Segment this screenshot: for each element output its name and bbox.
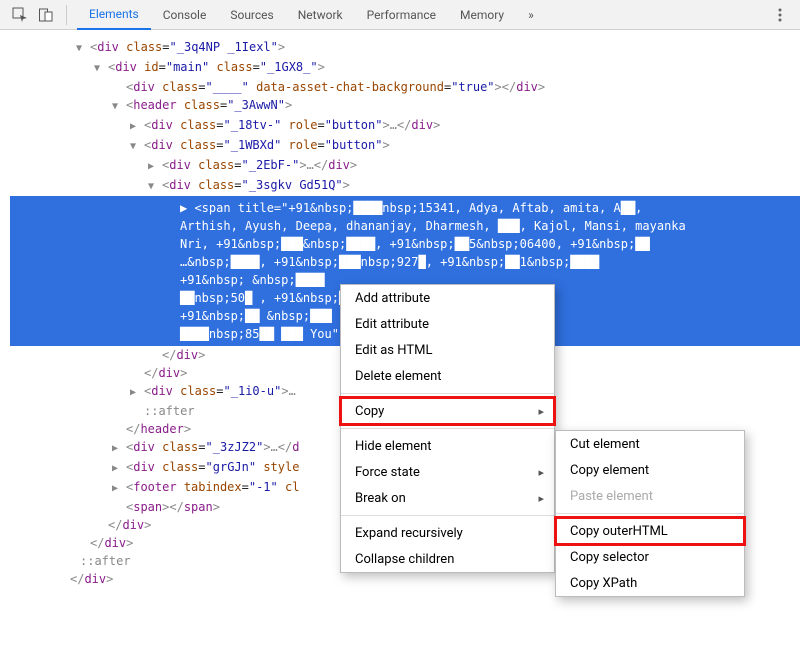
expand-toggle-icon[interactable]: ▶	[112, 440, 122, 458]
tab-network[interactable]: Network	[286, 0, 355, 30]
ctx-delete-element[interactable]: Delete element	[341, 363, 554, 389]
tab-elements[interactable]: Elements	[77, 0, 151, 30]
ctx-separator	[556, 513, 744, 514]
sub-copy-element[interactable]: Copy element	[556, 457, 744, 483]
devtools-toolbar: Elements Console Sources Network Perform…	[0, 0, 800, 30]
ctx-expand-recursively[interactable]: Expand recursively	[341, 520, 554, 546]
sub-copy-selector[interactable]: Copy selector	[556, 544, 744, 570]
toggle-device-toolbar-icon[interactable]	[34, 3, 58, 27]
context-menu: Add attribute Edit attribute Edit as HTM…	[340, 284, 555, 573]
expand-toggle-icon[interactable]: ▼	[94, 60, 104, 78]
devtools-tabs: Elements Console Sources Network Perform…	[77, 0, 516, 30]
ctx-edit-as-html[interactable]: Edit as HTML	[341, 337, 554, 363]
ctx-edit-attribute[interactable]: Edit attribute	[341, 311, 554, 337]
sub-paste-element: Paste element	[556, 483, 744, 509]
ctx-force-state[interactable]: Force state	[341, 459, 554, 485]
sub-copy-outerhtml[interactable]: Copy outerHTML	[556, 518, 744, 544]
expand-toggle-icon[interactable]: ▶	[112, 480, 122, 498]
expand-toggle-icon[interactable]: ▼	[148, 178, 158, 196]
ctx-separator	[341, 428, 554, 429]
ctx-add-attribute[interactable]: Add attribute	[341, 285, 554, 311]
expand-toggle-icon[interactable]: ▼	[112, 98, 122, 116]
sub-copy-xpath[interactable]: Copy XPath	[556, 570, 744, 596]
expand-toggle-icon[interactable]: ▶	[130, 384, 140, 402]
context-submenu-copy: Cut element Copy element Paste element C…	[555, 430, 745, 597]
more-tabs-button[interactable]: »	[518, 8, 544, 22]
expand-toggle-icon[interactable]: ▼	[130, 138, 140, 156]
tab-memory[interactable]: Memory	[448, 0, 516, 30]
ctx-separator	[341, 515, 554, 516]
kebab-menu-icon[interactable]	[768, 3, 792, 27]
expand-toggle-icon[interactable]: ▶	[130, 118, 140, 136]
ctx-separator	[341, 393, 554, 394]
ctx-copy[interactable]: Copy	[341, 398, 554, 424]
tab-console[interactable]: Console	[151, 0, 219, 30]
ctx-break-on[interactable]: Break on	[341, 485, 554, 511]
ctx-collapse-children[interactable]: Collapse children	[341, 546, 554, 572]
tab-performance[interactable]: Performance	[355, 0, 448, 30]
tab-sources[interactable]: Sources	[218, 0, 285, 30]
inspect-element-icon[interactable]	[8, 3, 32, 27]
sub-cut-element[interactable]: Cut element	[556, 431, 744, 457]
toolbar-separator	[66, 5, 67, 25]
expand-toggle-icon[interactable]: ▶	[148, 158, 158, 176]
expand-toggle-icon[interactable]: ▶	[112, 460, 122, 478]
ctx-hide-element[interactable]: Hide element	[341, 433, 554, 459]
expand-toggle-icon[interactable]: ▼	[76, 40, 86, 58]
